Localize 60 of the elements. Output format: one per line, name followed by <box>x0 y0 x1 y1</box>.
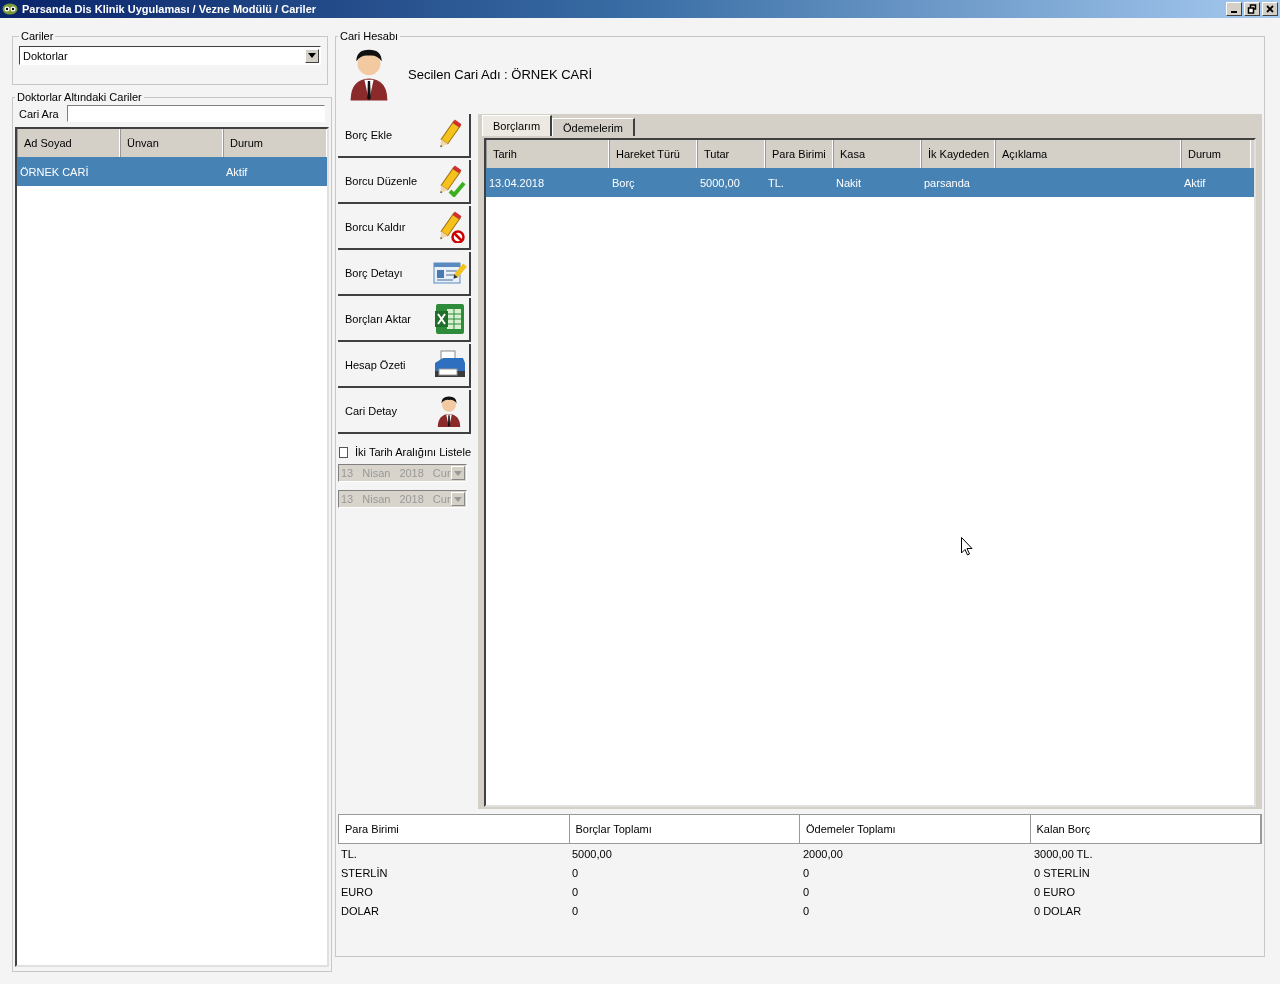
window-title: Parsanda Dis Klinik Uygulaması / Vezne Modülü / Cariler <box>22 3 318 15</box>
mouse-cursor-icon <box>961 537 973 556</box>
table-cell: Nakit <box>836 176 862 189</box>
table-cell: 0 DOLAR <box>1034 904 1082 917</box>
action-button[interactable]: Hesap Özeti <box>338 344 471 388</box>
table-cell: 0 <box>803 885 810 898</box>
column-header[interactable]: Ödemeler Toplamı <box>800 815 1031 843</box>
group-title: Cari Hesabı <box>339 30 400 42</box>
search-label: Cari Ara <box>19 107 59 120</box>
tab[interactable]: Ödemelerim <box>552 118 635 136</box>
table-cell: 0 <box>572 885 579 898</box>
dropdown-value: Doktorlar <box>23 49 68 62</box>
table-cell: STERLİN <box>341 866 388 879</box>
table-cell: 0 EURO <box>1034 885 1075 898</box>
action-button[interactable]: Borç Detayı <box>338 252 471 296</box>
column-header[interactable]: Borçlar Toplamı <box>569 815 800 843</box>
restore-button[interactable] <box>1244 2 1260 16</box>
close-icon <box>1265 4 1275 14</box>
table-cell: Borç <box>612 176 635 189</box>
spreadsheet-icon <box>433 303 467 335</box>
table-cell: TL. <box>341 847 357 860</box>
checkbox[interactable] <box>339 446 349 458</box>
table-cell: Aktif <box>1184 176 1206 189</box>
close-button[interactable] <box>1262 2 1278 16</box>
table-cell: DOLAR <box>341 904 379 917</box>
table-cell: parsanda <box>924 176 970 189</box>
table-cell: 0 <box>572 904 579 917</box>
selected-account-label: Secilen Cari Adı : ÖRNEK CARİ <box>408 66 593 82</box>
action-button[interactable]: Cari Detay <box>338 390 471 434</box>
table-cell: 5000,00 <box>572 847 612 860</box>
action-button[interactable]: Borç Ekle <box>338 114 471 158</box>
action-button[interactable]: Borçları Aktar <box>338 298 471 342</box>
action-button[interactable]: Borcu Düzenle <box>338 160 471 204</box>
table-cell: ÖRNEK CARİ <box>20 165 89 178</box>
table-row[interactable]: ÖRNEK CARİ Aktif <box>17 157 327 186</box>
search-field[interactable] <box>66 105 325 122</box>
table-cell: 0 <box>572 866 579 879</box>
tab[interactable]: Borçlarım <box>482 115 553 136</box>
table-cell: 0 STERLİN <box>1034 866 1090 879</box>
table-cell: 0 <box>803 866 810 879</box>
checkbox-label: İki Tarih Aralığını Listele <box>355 446 471 458</box>
restore-icon <box>1247 4 1257 14</box>
minimize-icon <box>1231 11 1237 13</box>
table-cell: 2000,00 <box>803 847 843 860</box>
column-header[interactable]: Kalan Borç <box>1030 815 1261 843</box>
table-row[interactable]: 13.04.2018 Borç 5000,00 TL. Nakit parsanda Aktif <box>486 168 1254 197</box>
category-dropdown[interactable]: Doktorlar <box>19 46 321 65</box>
table-cell: 3000,00 TL. <box>1034 847 1093 860</box>
group-title: Cariler <box>20 30 55 42</box>
table-cell: TL. <box>768 176 784 189</box>
table-cell: 13.04.2018 <box>489 176 545 189</box>
column-header[interactable]: Para Birimi <box>339 815 570 843</box>
table-cell: Aktif <box>226 165 248 178</box>
action-button[interactable]: Borcu Kaldır <box>338 206 471 250</box>
app-icon <box>2 3 18 15</box>
table-cell: EURO <box>341 885 373 898</box>
group-title: Doktorlar Altındaki Cariler <box>16 91 143 103</box>
table-cell: 0 <box>803 904 810 917</box>
table-cell: 5000,00 <box>700 176 740 189</box>
minimize-button[interactable] <box>1226 2 1242 16</box>
